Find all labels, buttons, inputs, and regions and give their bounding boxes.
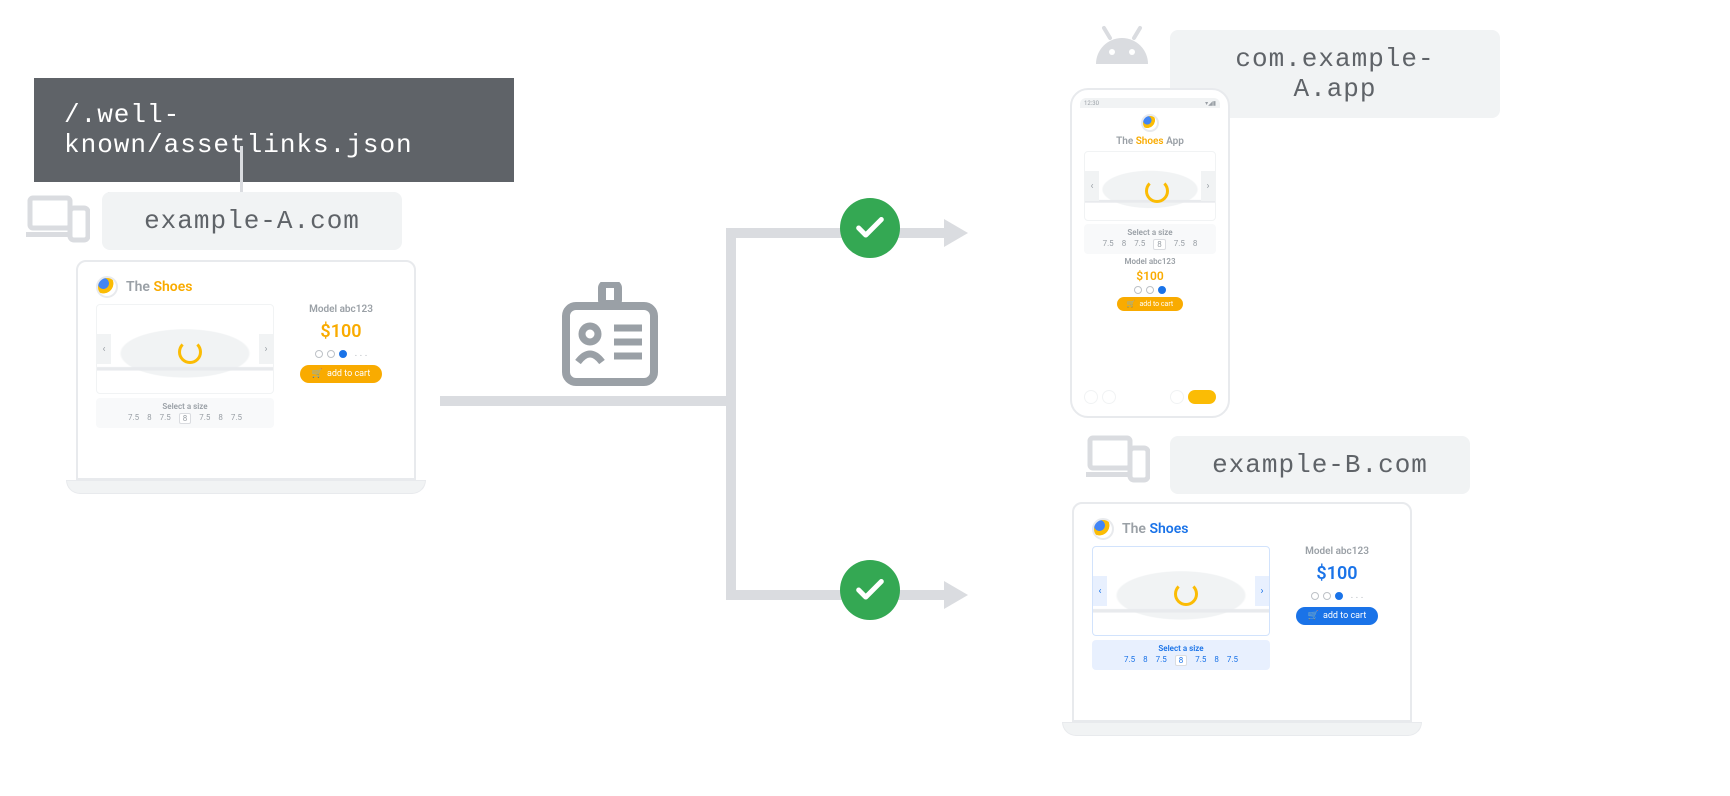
carousel-next-icon: › <box>259 334 273 364</box>
size-selector: Select a size 7.5 8 7.5 8 7.5 8 7.5 <box>1092 640 1270 670</box>
size-label: Select a size <box>102 402 268 411</box>
brand-accent: Shoes <box>153 279 192 295</box>
connector-line <box>726 228 948 238</box>
phone-status-bar: 12:30 ▾◢▮ <box>1080 98 1220 108</box>
android-icon <box>1090 24 1154 66</box>
connector-line <box>440 396 736 406</box>
product-price: $100 <box>1316 563 1357 584</box>
laptop-site-a: The Shoes ‹ › Select a size 7.5 8 7.5 8 <box>66 260 426 494</box>
laptop-base <box>1062 722 1422 736</box>
phone-nav-bar <box>1080 386 1220 408</box>
product-model: Model abc123 <box>1124 257 1175 266</box>
arrowhead-icon <box>944 219 968 247</box>
devices-icon <box>26 192 90 248</box>
home-icon <box>1084 390 1098 404</box>
search-icon <box>1102 390 1116 404</box>
laptop-base <box>66 480 426 494</box>
store-logo-icon <box>1141 114 1159 132</box>
add-to-cart-button: 🛒 add to cart <box>300 365 383 383</box>
site-a-domain: example-A.com <box>102 192 402 250</box>
cart-icon: 🛒 <box>312 369 323 379</box>
carousel-next-icon: › <box>1201 171 1215 201</box>
phone-android-app: 12:30 ▾◢▮ The Shoes App ‹ › Select a siz… <box>1070 88 1230 418</box>
product-price: $100 <box>1136 269 1163 283</box>
status-icons: ▾◢▮ <box>1205 100 1216 107</box>
assetlinks-path-badge: /.well-known/assetlinks.json <box>34 78 514 182</box>
connector-line <box>726 228 736 598</box>
carousel-prev-icon: ‹ <box>1093 576 1107 606</box>
add-to-cart-button: 🛒 add to cart <box>1296 607 1379 625</box>
size-selector: Select a size 7.5 8 7.5 8 7.5 8 <box>1084 224 1216 254</box>
phone-time: 12:30 <box>1084 100 1099 107</box>
product-image: ‹ › <box>1084 151 1216 221</box>
color-swatches: . . . <box>315 348 368 359</box>
devices-icon <box>1086 432 1150 488</box>
site-b-domain: example-B.com <box>1170 436 1470 494</box>
carousel-prev-icon: ‹ <box>97 334 111 364</box>
connector-line <box>726 590 948 600</box>
toggle-icon <box>1188 390 1216 404</box>
digital-asset-link-icon <box>560 282 660 392</box>
cart-icon: 🛒 <box>1308 611 1319 621</box>
cart-icon: 🛒 <box>1127 300 1136 308</box>
store-header: The Shoes <box>1092 518 1392 540</box>
product-image: ‹ › <box>96 304 274 394</box>
carousel-prev-icon: ‹ <box>1085 171 1099 201</box>
checkmark-badge <box>840 560 900 620</box>
profile-icon <box>1170 390 1184 404</box>
store-logo-icon <box>96 276 118 298</box>
laptop-site-b: The Shoes ‹ › Select a size 7.5 8 7.5 8 <box>1062 502 1422 736</box>
arrowhead-icon <box>944 581 968 609</box>
product-model: Model abc123 <box>309 304 373 315</box>
product-price: $100 <box>320 321 361 342</box>
product-image: ‹ › <box>1092 546 1270 636</box>
brand-prefix: The <box>126 279 150 295</box>
color-swatches <box>1134 286 1166 294</box>
connector-line <box>240 146 243 194</box>
size-selector: Select a size 7.5 8 7.5 8 7.5 8 7.5 <box>96 398 274 428</box>
checkmark-badge <box>840 198 900 258</box>
add-to-cart-button: 🛒 add to cart <box>1117 297 1183 311</box>
store-logo-icon <box>1092 518 1114 540</box>
product-model: Model abc123 <box>1305 546 1369 557</box>
store-header: The Shoes <box>96 276 396 298</box>
color-swatches: . . . <box>1311 590 1364 601</box>
carousel-next-icon: › <box>1255 576 1269 606</box>
